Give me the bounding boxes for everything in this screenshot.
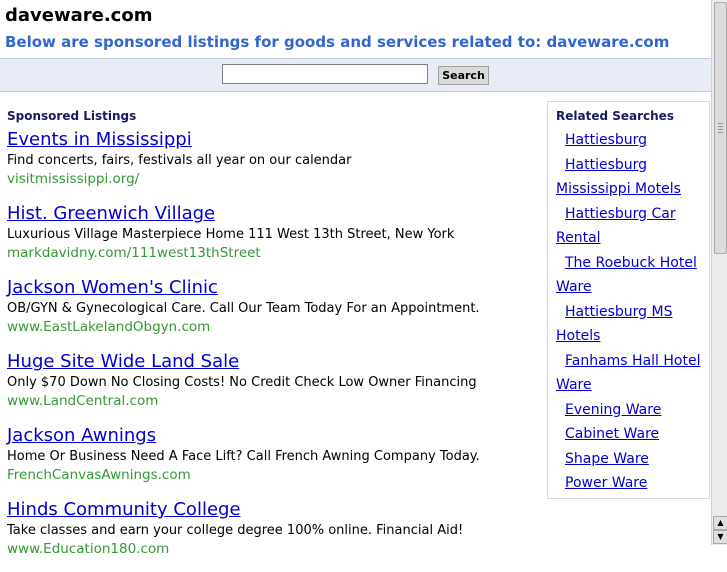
related-searches-panel: Related Searches Hattiesburg Hattiesburg… [547,101,710,499]
site-title: daveware.com [5,5,153,26]
related-search-link[interactable]: Hattiesburg [548,128,709,153]
related-search-link-continued[interactable]: Rental [548,226,709,251]
scrollbar-thumb[interactable] [714,2,727,254]
search-input[interactable] [222,64,428,84]
related-search-link[interactable]: Mississippi Motels [548,177,709,202]
page-subtitle: Below are sponsored listings for goods a… [5,33,670,51]
listing-description: Home Or Business Need A Face Lift? Call … [7,449,480,464]
listing-item: Hist. Greenwich Village Luxurious Villag… [7,202,537,276]
scroll-up-arrow-icon[interactable]: ▲ [713,516,727,530]
scrollbar-grip-icon [718,123,723,135]
listing-title-link[interactable]: Events in Mississippi [7,128,537,152]
listing-url-link[interactable]: www.EastLakelandObgyn.com [7,318,537,336]
listing-description: Only $70 Down No Closing Costs! No Credi… [7,375,477,390]
listing-item: Jackson Awnings Home Or Business Need A … [7,424,537,498]
related-search-link[interactable]: Hattiesburg [548,153,709,178]
related-search-link[interactable]: Fanhams Hall Hotel [548,349,709,374]
listing-description: Find concerts, fairs, festivals all year… [7,153,352,168]
listing-item: Huge Site Wide Land Sale Only $70 Down N… [7,350,537,424]
related-search-link[interactable]: Shape Ware [548,447,709,472]
scroll-down-arrow-icon[interactable]: ▼ [713,530,727,544]
related-search-link-continued[interactable]: Hotels [548,324,709,349]
listing-description: OB/GYN & Gynecological Care. Call Our Te… [7,301,480,316]
listing-item: Events in Mississippi Find concerts, fai… [7,128,537,202]
listing-url-link[interactable]: markdavidny.com/111west13thStreet [7,244,537,262]
listing-title-link[interactable]: Hist. Greenwich Village [7,202,537,226]
listing-item: Hinds Community College Take classes and… [7,498,537,572]
search-button[interactable]: Search [438,66,489,85]
related-search-link-continued[interactable]: Ware [548,275,709,300]
listing-title-link[interactable]: Huge Site Wide Land Sale [7,350,537,374]
related-searches-heading: Related Searches [556,109,674,123]
related-search-link[interactable]: Cabinet Ware [548,422,709,447]
related-search-link[interactable]: Hattiesburg MS [548,300,709,325]
listing-url-link[interactable]: www.LandCentral.com [7,392,537,410]
related-searches-list: Hattiesburg Hattiesburg Mississippi Mote… [548,128,709,496]
related-search-link-continued[interactable]: Ware [548,373,709,398]
listing-url-link[interactable]: FrenchCanvasAwnings.com [7,466,537,484]
related-search-link[interactable]: Power Ware [548,471,709,496]
page-header: daveware.com Below are sponsored listing… [0,0,711,58]
listing-description: Take classes and earn your college degre… [7,523,464,538]
listing-url-link[interactable]: visitmississippi.org/ [7,170,537,188]
sponsored-listings-heading: Sponsored Listings [7,109,137,123]
vertical-scrollbar[interactable]: ▲ ▼ [711,0,727,545]
related-search-link[interactable]: The Roebuck Hotel [548,251,709,276]
listing-description: Luxurious Village Masterpiece Home 111 W… [7,227,455,242]
listing-item: Jackson Women's Clinic OB/GYN & Gynecolo… [7,276,537,350]
listing-title-link[interactable]: Hinds Community College [7,498,537,522]
search-bar: Search [0,58,711,92]
sponsored-listings: Events in Mississippi Find concerts, fai… [7,128,537,572]
listing-title-link[interactable]: Jackson Awnings [7,424,537,448]
listing-title-link[interactable]: Jackson Women's Clinic [7,276,537,300]
related-search-link[interactable]: Hattiesburg Car [548,202,709,227]
listing-url-link[interactable]: www.Education180.com [7,540,537,558]
related-search-link[interactable]: Evening Ware [548,398,709,423]
